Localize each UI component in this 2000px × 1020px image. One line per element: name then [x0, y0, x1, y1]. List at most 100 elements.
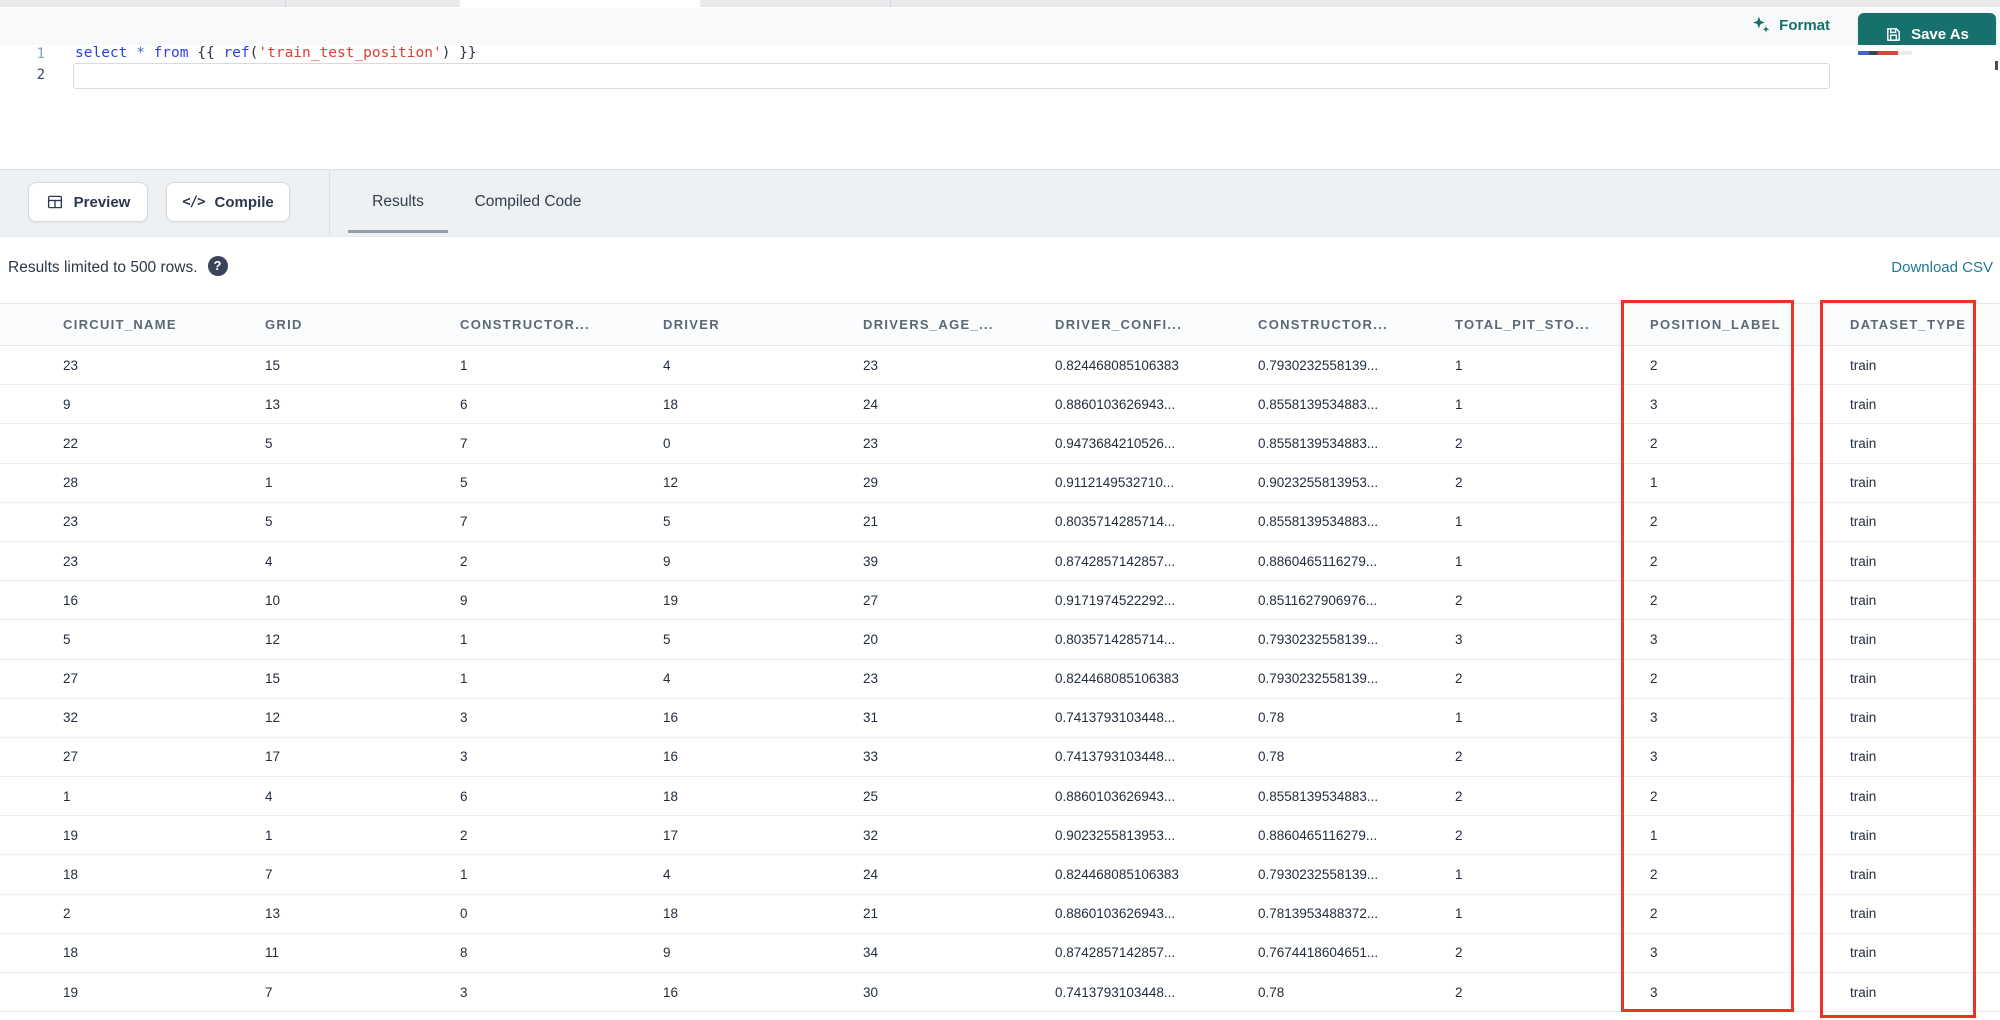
table-cell: train [1850, 815, 2000, 856]
table-cell: 5 [663, 502, 863, 542]
table-cell: 33 [863, 737, 1055, 778]
table-cell: 19 [0, 972, 265, 1013]
table-cell: 23 [0, 541, 265, 582]
table-cell: 16 [663, 737, 863, 778]
table-cell: 15 [265, 659, 460, 699]
table-cell: 2 [1650, 854, 1850, 895]
table-cell: 3 [1650, 737, 1850, 778]
table-cell: 0.7413793103448... [1055, 698, 1258, 738]
table-cell: 16 [0, 580, 265, 621]
table-cell: 13 [265, 384, 460, 425]
table-cell: 0.8742857142857... [1055, 541, 1258, 582]
table-cell: 0.8511627906976... [1258, 580, 1455, 621]
table-cell: 2 [1455, 580, 1650, 621]
table-cell: 0.7674418604651... [1258, 933, 1455, 974]
code-token: {{ [197, 45, 224, 61]
active-line-box[interactable] [73, 63, 1830, 89]
download-csv-link[interactable]: Download CSV [1891, 248, 1993, 288]
table-cell: 1 [1455, 698, 1650, 738]
table-cell: 2 [1455, 463, 1650, 503]
table-cell: 0.7413793103448... [1055, 737, 1258, 778]
table-cell: 2 [1455, 659, 1650, 699]
table-cell: 18 [0, 854, 265, 895]
table-row: 22 5 7 0 23 0.9473684210526... 0.8558139534883… [0, 423, 2000, 464]
table-cell: 19 [663, 580, 863, 621]
column-header: DRIVER [663, 303, 863, 346]
table-cell: 3 [1650, 384, 1850, 425]
table-cell: 0.7930232558139... [1258, 619, 1455, 660]
table-cell: 0.8558139534883... [1258, 384, 1455, 425]
results-table-container: CIRCUIT_NAME GRID CONSTRUCTOR... DRIVER DRIV… [0, 303, 2000, 1013]
table-cell: 16 [663, 698, 863, 738]
table-cell: 2 [0, 894, 265, 934]
preview-button[interactable]: Preview [28, 182, 148, 222]
table-cell: 34 [863, 933, 1055, 974]
table-cell: 0 [460, 894, 663, 934]
table-row: 1 4 6 18 25 0.8860103626943... 0.8558139534883… [0, 776, 2000, 817]
table-cell: 0.8035714285714... [1055, 502, 1258, 542]
scrollbar-thumb[interactable] [1995, 61, 1998, 70]
table-cell: 18 [0, 933, 265, 974]
table-cell: 2 [1650, 423, 1850, 464]
table-cell: 2 [1650, 580, 1850, 621]
table-cell: 24 [863, 384, 1055, 425]
table-cell: train [1850, 541, 2000, 582]
table-grid-icon [47, 195, 62, 209]
table-cell: 6 [460, 776, 663, 817]
table-cell: 0.9112149532710... [1055, 463, 1258, 503]
table-cell: 1 [265, 815, 460, 856]
table-cell: 0.8860103626943... [1055, 894, 1258, 934]
code-token: 'train_test_position' [258, 45, 442, 61]
compile-button[interactable]: </> Compile [166, 182, 290, 222]
table-row: 5 12 1 5 20 0.8035714285714... 0.7930232558139… [0, 619, 2000, 660]
column-header: GRID [265, 303, 460, 346]
minimap[interactable] [1858, 51, 1912, 55]
table-cell: 7 [265, 854, 460, 895]
column-header: POSITION_LABEL [1650, 303, 1850, 346]
table-cell: train [1850, 580, 2000, 621]
table-cell: train [1850, 698, 2000, 738]
table-row: 19 1 2 17 32 0.9023255813953... 0.886046511627… [0, 815, 2000, 856]
table-cell: 12 [663, 463, 863, 503]
table-cell: 18 [663, 384, 863, 425]
column-header: DATASET_TYPE [1850, 303, 2000, 346]
table-cell: 7 [460, 423, 663, 464]
tab-compiled-code[interactable]: Compiled Code [458, 188, 598, 216]
table-cell: 3 [1650, 619, 1850, 660]
table-cell: 16 [663, 972, 863, 1013]
table-cell: 0.8742857142857... [1055, 933, 1258, 974]
table-cell: 0.824468085106383 [1055, 659, 1258, 699]
help-icon[interactable]: ? [207, 256, 228, 277]
column-header: CIRCUIT_NAME [0, 303, 265, 346]
table-row: 19 7 3 16 30 0.7413793103448... 0.78 2 3 train [0, 972, 2000, 1013]
code-token: ref [223, 45, 250, 61]
table-cell: train [1850, 463, 2000, 503]
table-cell: 11 [265, 933, 460, 974]
table-row: 23 4 2 9 39 0.8742857142857... 0.8860465116279… [0, 541, 2000, 582]
table-cell: 0.8860465116279... [1258, 541, 1455, 582]
table-cell: train [1850, 423, 2000, 464]
table-cell: 3 [1650, 698, 1850, 738]
code-line-1[interactable]: select * from {{ ref('train_test_positio… [75, 45, 477, 61]
format-button[interactable]: Format [1751, 15, 1830, 35]
table-cell: 18 [663, 776, 863, 817]
table-cell: 19 [0, 815, 265, 856]
active-file-tab[interactable] [460, 0, 700, 7]
code-editor[interactable]: 1 2 select * from {{ ref('train_test_pos… [0, 45, 2000, 169]
table-cell: 5 [265, 423, 460, 464]
header-row: CIRCUIT_NAME GRID CONSTRUCTOR... DRIVER DRIV… [0, 303, 2000, 346]
table-cell: 27 [863, 580, 1055, 621]
active-tab-underline [348, 230, 448, 233]
table-cell: 3 [460, 737, 663, 778]
column-header: TOTAL_PIT_STO... [1455, 303, 1650, 346]
tab-results[interactable]: Results [348, 188, 448, 216]
table-cell: 10 [265, 580, 460, 621]
table-cell: 3 [460, 972, 663, 1013]
table-cell: 0.7930232558139... [1258, 345, 1455, 386]
table-cell: 1 [460, 345, 663, 386]
table-cell: 0.824468085106383 [1055, 854, 1258, 895]
table-cell: 27 [0, 659, 265, 699]
table-cell: 2 [460, 815, 663, 856]
preview-label: Preview [73, 193, 131, 211]
table-cell: 1 [1650, 463, 1850, 503]
